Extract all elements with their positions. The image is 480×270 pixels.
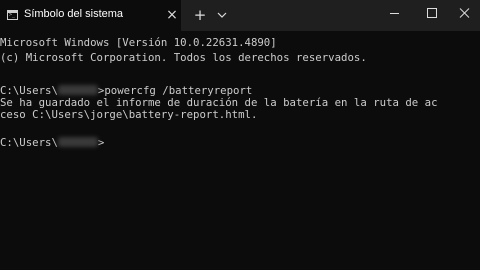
minimize-button[interactable] [377, 0, 411, 28]
tab-close-button[interactable]: × [165, 7, 179, 23]
minimize-icon [390, 13, 399, 14]
tab-title: Símbolo del sistema [24, 8, 124, 20]
redacted-username [57, 85, 98, 95]
chevron-down-icon [217, 12, 227, 18]
tab-dropdown-button[interactable] [214, 6, 230, 24]
terminal-window: >_ Símbolo del sistema × + Microsoft Win… [0, 0, 480, 270]
tab-command-prompt[interactable]: >_ Símbolo del sistema × [0, 0, 181, 31]
terminal-prompt-current: C:\Users\ > [0, 135, 104, 151]
terminal-line-copyright: (c) Microsoft Corporation. Todos los der… [0, 51, 367, 64]
close-window-button[interactable] [447, 0, 480, 28]
command-prompt-icon: >_ [7, 10, 18, 20]
title-bar[interactable]: >_ Símbolo del sistema × + [0, 0, 480, 31]
close-icon [459, 8, 470, 18]
terminal-output[interactable]: Microsoft Windows [Versión 10.0.22631.48… [0, 31, 480, 270]
maximize-icon [427, 8, 437, 18]
maximize-button[interactable] [414, 0, 448, 28]
terminal-line-version: Microsoft Windows [Versión 10.0.22631.48… [0, 36, 277, 49]
prompt-path: C:\Users\ [0, 136, 58, 149]
new-tab-button[interactable]: + [191, 5, 209, 25]
terminal-output-line-2: ceso C:\Users\jorge\battery-report.html. [0, 108, 258, 121]
prompt-caret: > [97, 136, 105, 149]
redacted-username [57, 137, 98, 147]
